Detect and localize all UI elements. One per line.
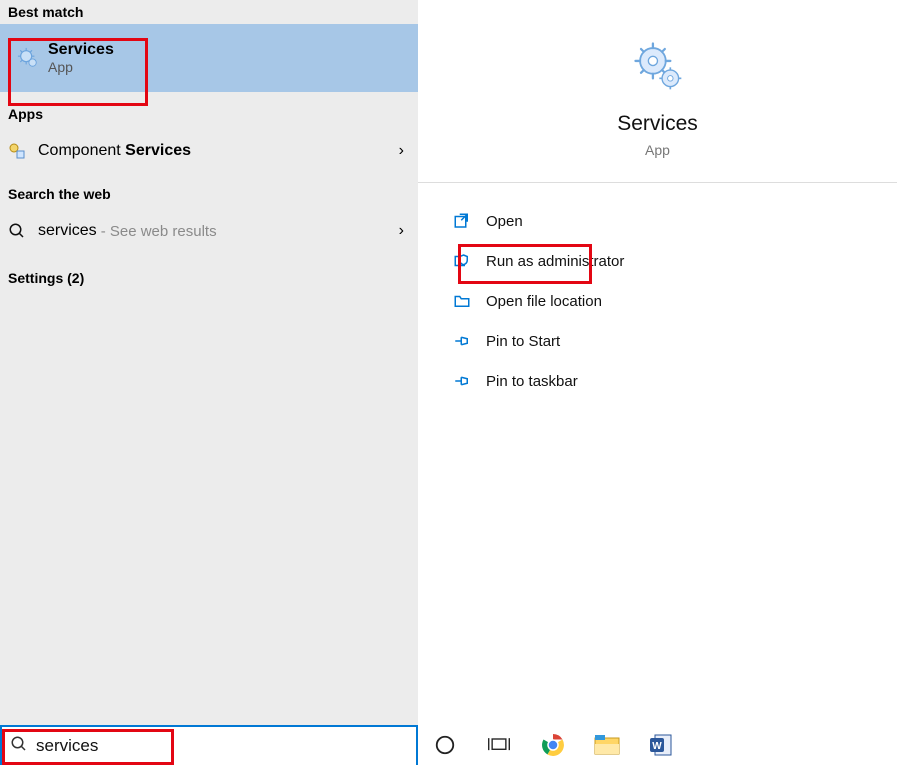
preview-category: App (645, 142, 670, 158)
settings-header: Settings (2) (0, 266, 418, 290)
app-result-label: Component Services (38, 142, 191, 160)
app-hero: Services App (418, 0, 897, 183)
chevron-right-icon[interactable]: › (399, 142, 404, 160)
result-title: Services (48, 41, 114, 59)
task-view-icon[interactable] (486, 732, 512, 758)
gear-icon (630, 38, 685, 98)
preview-title: Services (617, 112, 698, 136)
taskbar: W (418, 725, 897, 765)
open-icon (448, 212, 476, 230)
result-subtitle: App (48, 59, 114, 75)
best-match-text: Services App (48, 41, 114, 75)
preview-pane: Services App Open Run as administrator (418, 0, 897, 725)
results-pane: Best match Services App Ap (0, 0, 418, 725)
action-pin-to-start[interactable]: Pin to Start (418, 321, 897, 361)
app-result-component-services[interactable]: Component Services › (0, 126, 418, 176)
apps-header: Apps (0, 102, 418, 126)
web-result-query: services (38, 222, 97, 240)
search-input[interactable] (32, 736, 416, 756)
action-label: Open (486, 213, 523, 230)
shield-icon (448, 252, 476, 270)
best-match-header: Best match (0, 0, 418, 24)
action-label: Pin to taskbar (486, 373, 578, 390)
pin-icon (448, 372, 476, 390)
search-icon (10, 735, 32, 758)
action-run-as-administrator[interactable]: Run as administrator (418, 241, 897, 281)
search-box[interactable] (0, 725, 418, 765)
web-result-suffix: - See web results (101, 223, 217, 240)
best-match-result-services[interactable]: Services App (0, 24, 418, 92)
svg-text:W: W (652, 741, 662, 752)
windows-search-panel: Best match Services App Ap (0, 0, 897, 725)
action-list: Open Run as administrator Open file loca… (418, 183, 897, 401)
chevron-right-icon[interactable]: › (399, 222, 404, 240)
pin-icon (448, 332, 476, 350)
word-icon[interactable]: W (648, 732, 674, 758)
gear-icon (8, 47, 48, 69)
chrome-icon[interactable] (540, 732, 566, 758)
web-result-services[interactable]: services - See web results › (0, 206, 418, 256)
web-header: Search the web (0, 182, 418, 206)
folder-icon (448, 292, 476, 310)
action-label: Pin to Start (486, 333, 560, 350)
cortana-icon[interactable] (432, 732, 458, 758)
action-open-file-location[interactable]: Open file location (418, 281, 897, 321)
action-label: Run as administrator (486, 253, 624, 270)
action-open[interactable]: Open (418, 201, 897, 241)
action-pin-to-taskbar[interactable]: Pin to taskbar (418, 361, 897, 401)
action-label: Open file location (486, 293, 602, 310)
search-icon (8, 222, 38, 240)
file-explorer-icon[interactable] (594, 732, 620, 758)
component-services-icon (8, 142, 38, 160)
